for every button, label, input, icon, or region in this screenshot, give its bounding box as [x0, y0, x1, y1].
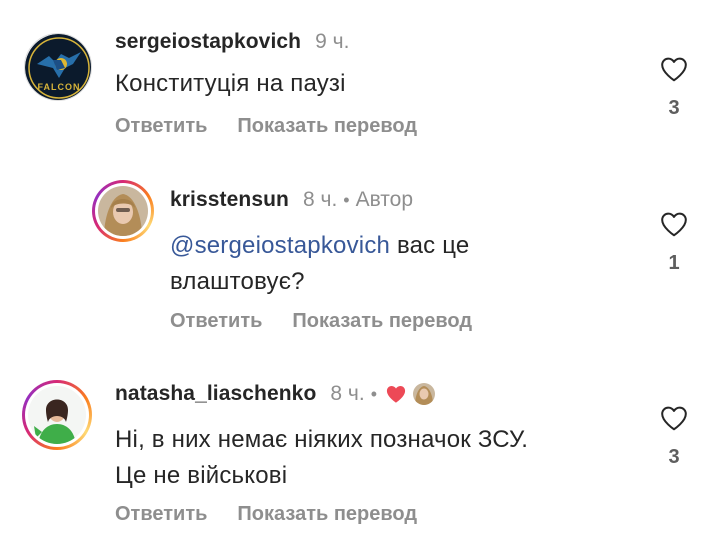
like-count: 1 [668, 252, 680, 274]
comment-text-part: вас це [390, 232, 470, 259]
comment-3: natasha_liaschenko 8 ч. • Ні, в них нема… [0, 360, 720, 560]
avatar[interactable] [22, 380, 92, 450]
comment-text: Конституція на паузі [115, 70, 346, 97]
reply-button[interactable]: Ответить [170, 310, 262, 333]
comment-2: krisstensun 8 ч. • Автор @sergeiostapkov… [0, 170, 720, 350]
author-badge: Автор [355, 188, 414, 211]
reply-button[interactable]: Ответить [115, 503, 207, 526]
heart-outline-icon[interactable] [659, 405, 689, 431]
comment-text-line2: Це не військові [115, 462, 288, 489]
avatar[interactable] [92, 180, 154, 242]
comment-time: 8 ч. [302, 188, 338, 211]
comment-username[interactable]: natasha_liaschenko [115, 382, 316, 406]
show-translation-button[interactable]: Показать перевод [237, 115, 417, 138]
user-mention-link[interactable]: @sergeiostapkovich [170, 232, 390, 259]
heart-outline-icon[interactable] [659, 56, 689, 82]
user-photo-icon [28, 386, 86, 444]
separator-dot: • [370, 383, 378, 404]
user-photo-icon [98, 186, 148, 236]
comment-time: 8 ч. [330, 382, 365, 405]
comment-text-line2: влаштовує? [170, 268, 305, 295]
heart-outline-icon[interactable] [659, 211, 689, 237]
heart-filled-icon [386, 386, 406, 403]
like-count: 3 [668, 446, 680, 468]
comment-username[interactable]: krisstensun [170, 188, 289, 212]
show-translation-button[interactable]: Показать перевод [292, 310, 472, 333]
comment-time: 9 ч. [315, 30, 350, 53]
comment-1: FALCON sergeiostapkovich 9 ч. Конституці… [0, 0, 720, 150]
show-translation-button[interactable]: Показать перевод [237, 503, 417, 526]
avatar[interactable]: FALCON [24, 33, 92, 101]
like-count: 3 [668, 97, 680, 119]
comment-text: @sergeiostapkovich вас це влаштовує? [170, 228, 590, 300]
comment-text: Ні, в них немає ніяких позначок ЗСУ. Це … [115, 422, 655, 494]
author-avatar-icon [413, 383, 436, 405]
avatar-logo-text: FALCON [37, 82, 81, 92]
reply-button[interactable]: Ответить [115, 115, 207, 138]
comment-username[interactable]: sergeiostapkovich [115, 30, 301, 54]
separator-dot: • [343, 189, 350, 210]
comment-text-line1: Ні, в них немає ніяких позначок ЗСУ. [115, 426, 529, 453]
